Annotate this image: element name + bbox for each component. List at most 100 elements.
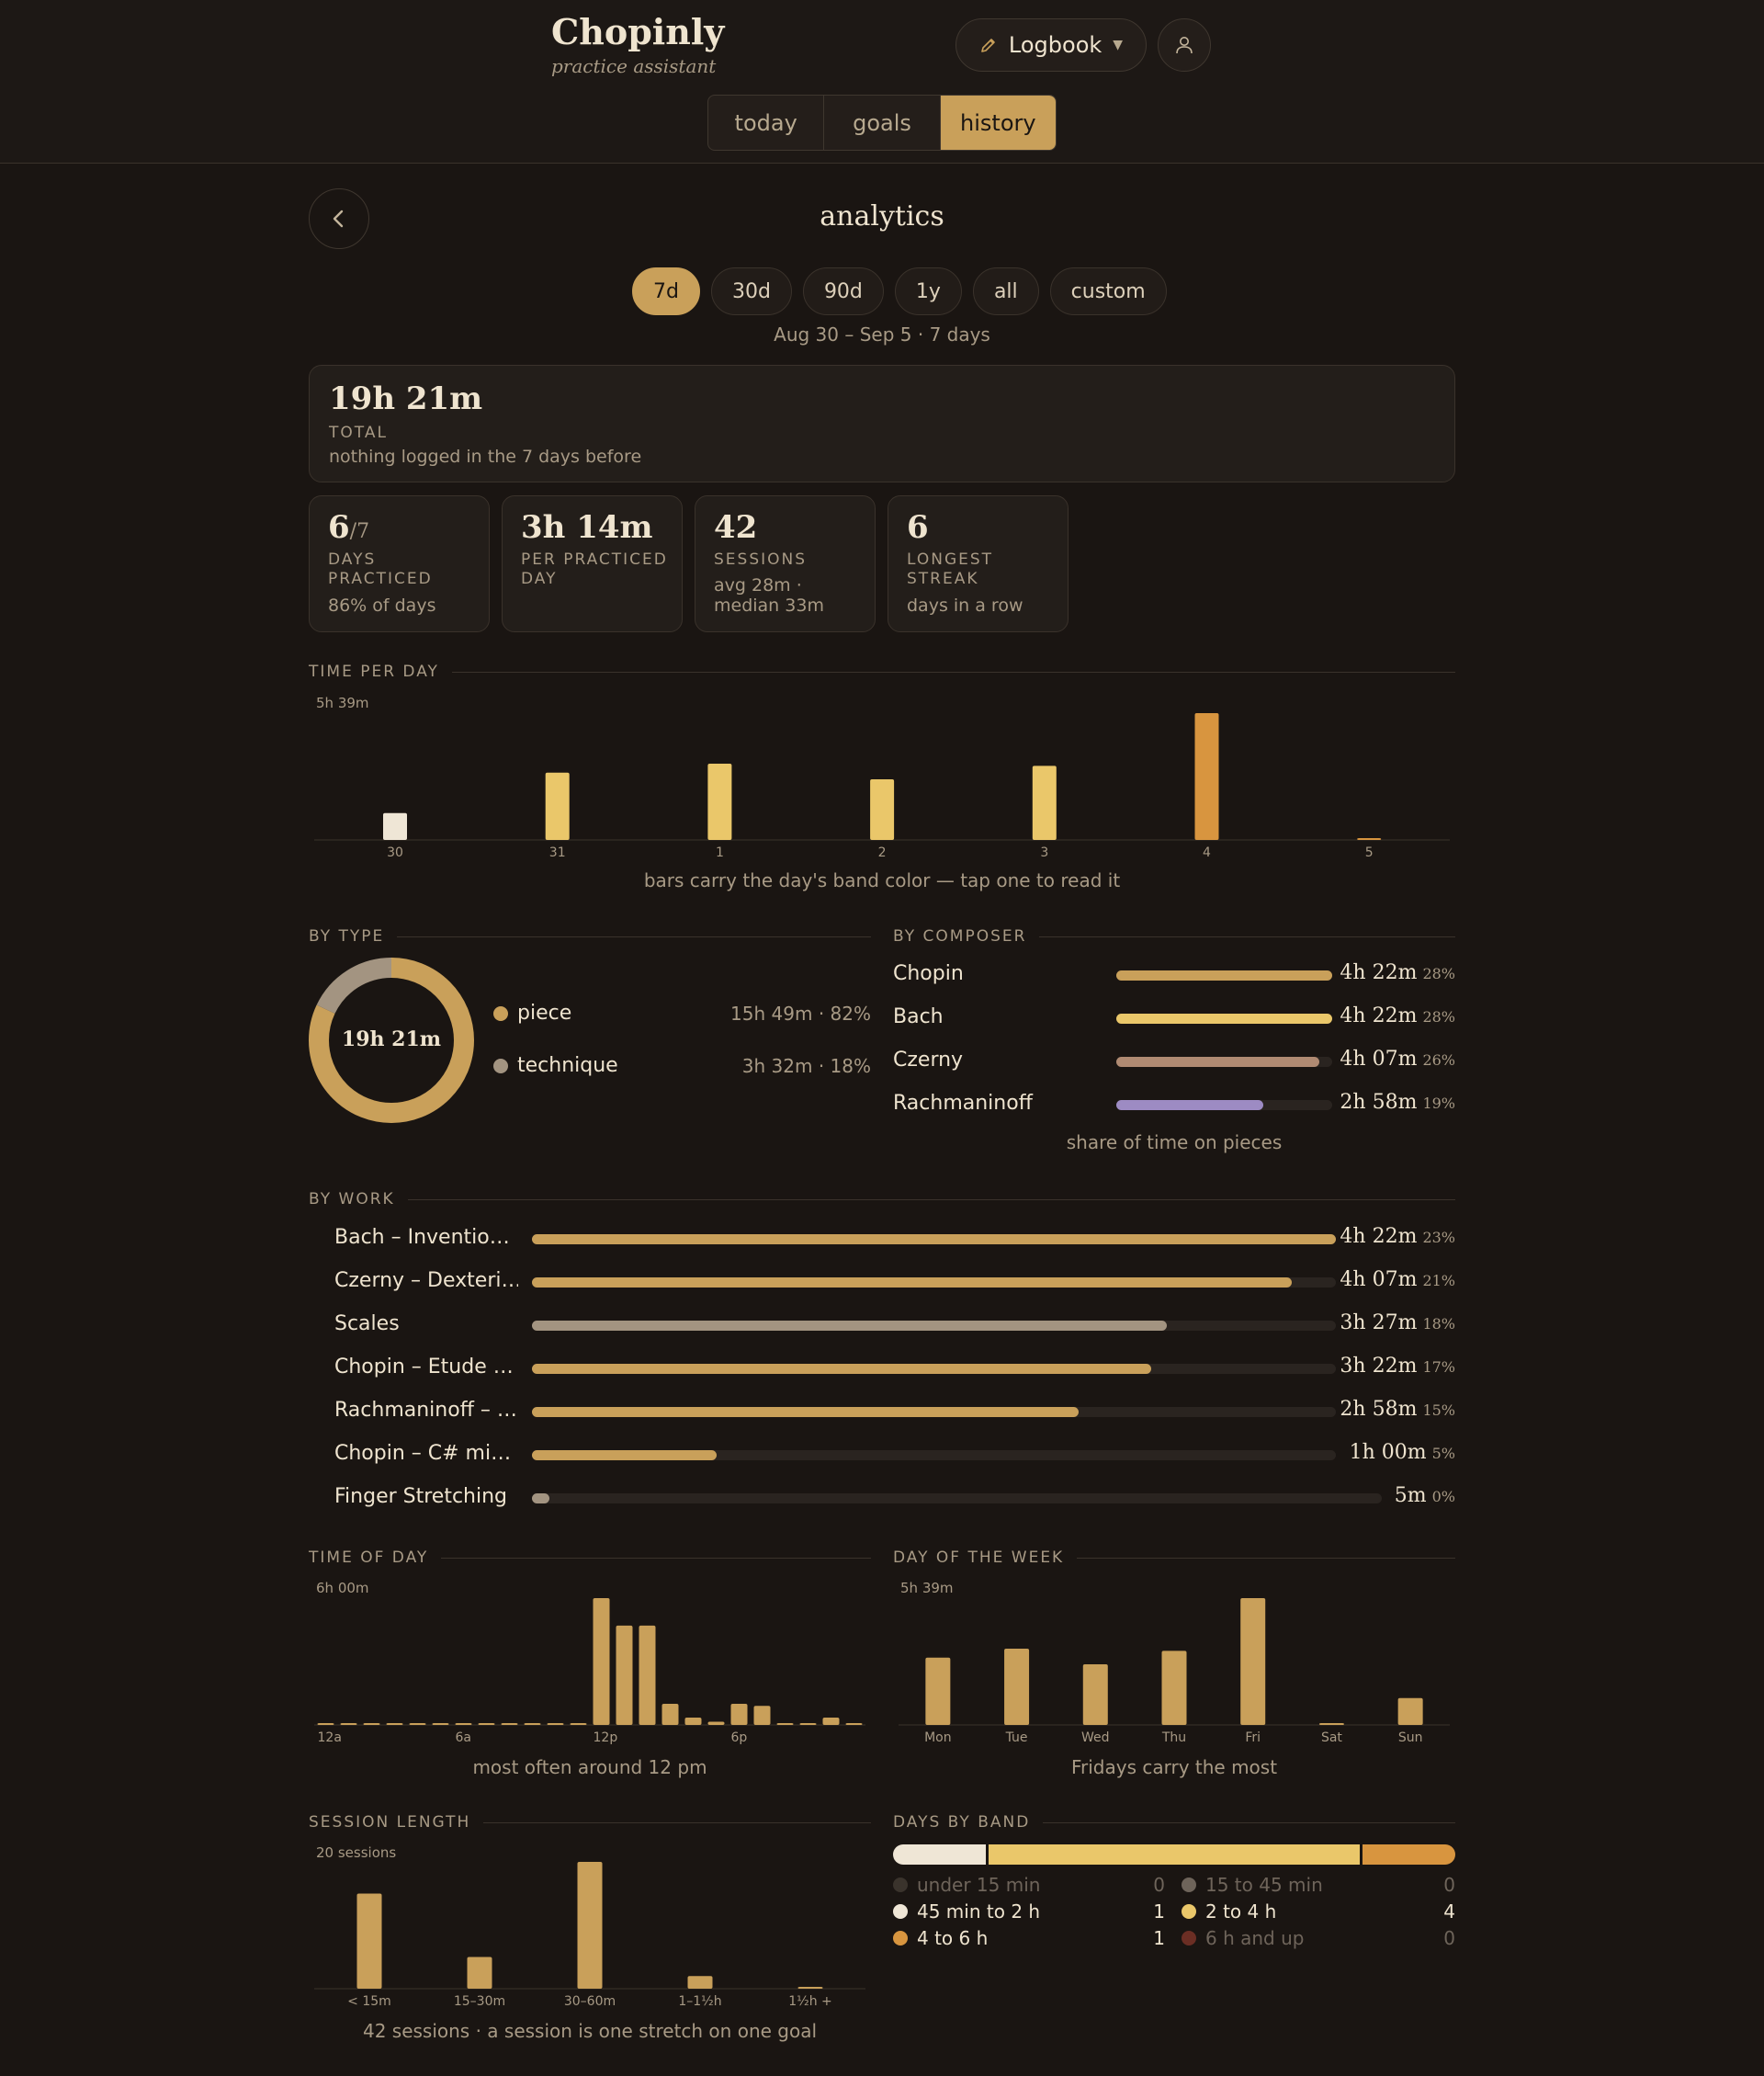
type-legend-piece[interactable]: piece 15h 49m · 82% — [493, 1002, 871, 1025]
chart-bar[interactable] — [593, 1598, 610, 1725]
row-label: Bach – Inventio… — [334, 1226, 510, 1249]
user-button[interactable] — [1158, 18, 1211, 72]
chart-bar[interactable] — [409, 1723, 426, 1725]
legend-name: 45 min to 2 h — [917, 1900, 1041, 1923]
chart-bar[interactable] — [797, 1987, 823, 1989]
tab-history[interactable]: history — [940, 96, 1056, 150]
range-1y[interactable]: 1y — [894, 267, 962, 315]
chart-bar[interactable] — [1161, 1651, 1187, 1725]
range-90d[interactable]: 90d — [802, 267, 884, 315]
tab-goals[interactable]: goals — [824, 96, 941, 150]
range-7d[interactable]: 7d — [632, 267, 700, 315]
chart-bar[interactable] — [340, 1723, 357, 1725]
chart-bar[interactable] — [545, 772, 570, 840]
chart-bar[interactable] — [356, 1893, 382, 1990]
chart-bar[interactable] — [1240, 1598, 1266, 1725]
band-segment[interactable] — [893, 1844, 987, 1865]
chart-bar[interactable] — [870, 779, 895, 840]
band-legend-item[interactable]: 15 to 45 min 0 — [1182, 1874, 1455, 1896]
chart-bar[interactable] — [845, 1723, 863, 1725]
chart-bar[interactable] — [707, 1721, 725, 1725]
chart-bar[interactable] — [730, 1704, 748, 1725]
row-label: Finger Stretching — [334, 1485, 508, 1508]
chart-bar[interactable] — [455, 1723, 472, 1725]
row-value: 4h 07m 26% — [1340, 1048, 1455, 1071]
legend-dot — [493, 1005, 508, 1021]
chart-bar[interactable] — [478, 1723, 495, 1725]
chart-bar[interactable] — [753, 1706, 771, 1725]
row-track[interactable] — [532, 1277, 1336, 1288]
chart-bar[interactable] — [524, 1723, 541, 1725]
chart-bar[interactable] — [799, 1723, 817, 1725]
chart-bar[interactable] — [1004, 1648, 1030, 1725]
chart-bar[interactable] — [684, 1717, 702, 1725]
chart-bar[interactable] — [925, 1657, 951, 1725]
band-legend-item[interactable]: 2 to 4 h 4 — [1182, 1900, 1455, 1923]
chart-bar[interactable] — [467, 1957, 492, 1990]
chart-bar[interactable] — [1397, 1697, 1423, 1725]
range-custom[interactable]: custom — [1049, 267, 1167, 315]
legend-name: 15 to 45 min — [1205, 1874, 1323, 1896]
row-time: 3h 27m — [1340, 1311, 1418, 1334]
row-fill — [1116, 1014, 1332, 1024]
row-track[interactable] — [532, 1493, 1382, 1503]
chart-bar[interactable] — [363, 1723, 380, 1725]
chart-bar[interactable] — [317, 1723, 334, 1725]
row-track[interactable] — [532, 1234, 1336, 1244]
row-track[interactable] — [532, 1450, 1336, 1460]
band-legend-item[interactable]: under 15 min 0 — [893, 1874, 1165, 1896]
x-tick-label: 3 — [1040, 845, 1048, 860]
row-track[interactable] — [1116, 1100, 1332, 1110]
chart-bar[interactable] — [383, 812, 407, 840]
band-legend-item[interactable]: 45 min to 2 h 1 — [893, 1900, 1165, 1923]
band-legend-item[interactable]: 4 to 6 h 1 — [893, 1927, 1165, 1949]
chart-bar[interactable] — [501, 1723, 518, 1725]
type-legend-technique[interactable]: technique 3h 32m · 18% — [493, 1054, 871, 1077]
band-segment[interactable] — [989, 1844, 1360, 1865]
chart-bar[interactable] — [386, 1723, 403, 1725]
chart-bar[interactable] — [432, 1723, 449, 1725]
chart-bar[interactable] — [616, 1625, 633, 1725]
legend-count: 0 — [1443, 1927, 1455, 1949]
row-fill — [532, 1493, 549, 1503]
chart-bar[interactable] — [639, 1625, 656, 1725]
stat-note: 86% of days — [328, 596, 436, 616]
range-30d[interactable]: 30d — [710, 267, 792, 315]
chart-bar[interactable] — [1357, 838, 1382, 840]
chart-bar[interactable] — [662, 1704, 679, 1725]
chart-bar[interactable] — [1032, 766, 1057, 840]
range-all[interactable]: all — [972, 267, 1039, 315]
row-track[interactable] — [532, 1364, 1336, 1374]
chart-bar[interactable] — [687, 1976, 713, 1989]
row-track[interactable] — [1116, 1014, 1332, 1024]
row-track[interactable] — [532, 1407, 1336, 1417]
chart-bar[interactable] — [776, 1723, 794, 1725]
row-time: 4h 07m — [1340, 1268, 1418, 1291]
x-tick-label: Tue — [1005, 1730, 1028, 1745]
chart-bar[interactable] — [1318, 1723, 1344, 1725]
chart-bar[interactable] — [1194, 713, 1219, 840]
x-tick-label: 15–30m — [454, 1994, 505, 2009]
logbook-button[interactable]: Logbook ▼ — [956, 18, 1147, 72]
chart-bar[interactable] — [577, 1862, 603, 1989]
chart-bar[interactable] — [1082, 1664, 1108, 1725]
row-track[interactable] — [532, 1321, 1336, 1331]
band-legend-item[interactable]: 6 h and up 0 — [1182, 1927, 1455, 1949]
chart-bar[interactable] — [570, 1723, 587, 1725]
row-track[interactable] — [1116, 1057, 1332, 1067]
chart-bar[interactable] — [822, 1717, 840, 1725]
total-label: TOTAL — [329, 424, 388, 442]
row-label: Chopin — [893, 962, 964, 985]
chart-bar[interactable] — [547, 1723, 564, 1725]
back-button[interactable] — [309, 188, 369, 249]
days-by-band-bar — [893, 1844, 1455, 1865]
row-track[interactable] — [1116, 970, 1332, 981]
donut-center-value: 19h 21m — [341, 1027, 442, 1051]
tab-today[interactable]: today — [708, 96, 825, 150]
section-days-by-band: DAYS BY BAND — [893, 1813, 1455, 1832]
row-value: 3h 27m 18% — [1340, 1311, 1455, 1334]
chart-bar[interactable] — [707, 763, 732, 840]
row-percent: 18% — [1422, 1315, 1455, 1333]
band-segment[interactable] — [1363, 1844, 1455, 1865]
legend-count: 1 — [1153, 1927, 1165, 1949]
